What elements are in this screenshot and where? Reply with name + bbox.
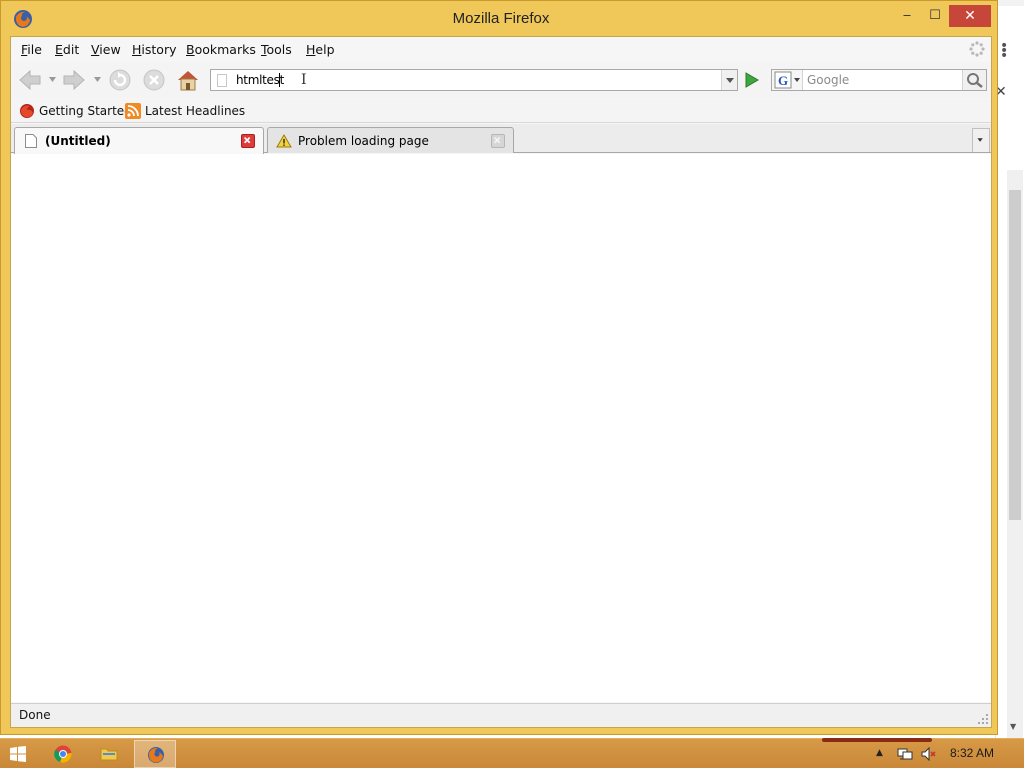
folder-icon [100, 748, 118, 761]
background-menu-icon[interactable]: • • • [1000, 39, 1008, 63]
close-button[interactable]: ✕ [949, 5, 991, 27]
url-bar[interactable]: htmltest I [210, 69, 738, 91]
reload-icon[interactable] [107, 67, 133, 93]
desktop-wallpaper-fragment [822, 738, 932, 742]
maximize-button[interactable]: ☐ [921, 5, 949, 27]
url-input[interactable]: htmltest [236, 73, 284, 87]
taskbar-firefox[interactable] [134, 740, 176, 768]
navigation-toolbar: htmltest I G Google [11, 62, 991, 98]
menu-file[interactable]: File [21, 42, 42, 57]
search-button[interactable] [962, 70, 986, 90]
back-history-dropdown-icon[interactable] [49, 77, 56, 83]
volume-muted-icon[interactable] [920, 746, 936, 762]
stop-icon[interactable] [141, 67, 167, 93]
search-input[interactable]: Google [807, 73, 849, 87]
network-icon[interactable] [897, 746, 913, 762]
firefox-bookmark-icon [20, 104, 34, 118]
ibeam-cursor-icon: I [301, 72, 307, 88]
close-icon [493, 136, 501, 144]
menu-bookmarks[interactable]: Bookmarks [186, 42, 256, 57]
menu-help[interactable]: Help [306, 42, 335, 57]
window-title: Mozilla Firefox [452, 10, 550, 27]
forward-history-dropdown-icon[interactable] [94, 77, 101, 83]
google-icon: G [774, 71, 800, 89]
taskbar: ▲ 8:32 AM [0, 738, 1024, 768]
menu-tools[interactable]: Tools [261, 42, 292, 57]
home-icon[interactable] [175, 67, 201, 93]
bookmark-latest-headlines[interactable]: Latest Headlines [125, 103, 245, 119]
browser-client-area: File Edit View History Bookmarks Tools H… [10, 36, 992, 728]
page-content[interactable] [11, 154, 991, 702]
tab-close-button[interactable] [241, 134, 255, 148]
chrome-icon [54, 745, 72, 763]
text-caret [279, 73, 280, 87]
tab-strip: (Untitled) Problem loading page [11, 124, 991, 154]
tab-label: Problem loading page [298, 134, 429, 148]
bookmarks-toolbar: Getting Started Latest Headlines [11, 99, 991, 123]
magnifier-icon [967, 73, 983, 88]
page-favicon-icon [217, 74, 227, 87]
blank-page-icon [25, 134, 37, 148]
rss-feed-icon [125, 103, 141, 119]
status-text: Done [19, 708, 51, 722]
firefox-window: Mozilla Firefox ‒ ☐ ✕ File Edit View His… [0, 0, 998, 735]
search-bar[interactable]: G Google [771, 69, 987, 91]
menu-view[interactable]: View [91, 42, 121, 57]
bookmark-label: Latest Headlines [145, 104, 246, 118]
menu-edit[interactable]: Edit [55, 42, 79, 57]
warning-icon [276, 134, 292, 148]
svg-text:G: G [778, 73, 788, 88]
firefox-icon [148, 747, 164, 763]
search-engine-selector[interactable]: G [772, 70, 803, 90]
bookmark-label: Getting Started [39, 104, 132, 118]
minimize-button[interactable]: ‒ [893, 5, 921, 27]
bookmark-getting-started[interactable]: Getting Started [19, 103, 132, 119]
taskbar-chrome[interactable] [42, 740, 84, 768]
taskbar-file-explorer[interactable] [88, 740, 130, 768]
scroll-down-arrow-icon[interactable]: ▼ [1010, 722, 1016, 731]
chevron-down-icon [977, 138, 983, 142]
tab-untitled[interactable]: (Untitled) [14, 127, 264, 154]
throbber-icon [969, 41, 985, 57]
resize-grip-icon[interactable] [977, 713, 989, 725]
background-scrollbar[interactable] [1007, 170, 1023, 740]
menu-bar: File Edit View History Bookmarks Tools H… [11, 37, 991, 61]
tab-list-button[interactable] [972, 128, 990, 152]
menu-history[interactable]: History [132, 42, 176, 57]
close-icon [243, 136, 251, 144]
system-clock[interactable]: 8:32 AM [950, 746, 994, 760]
windows-start-icon[interactable] [10, 746, 26, 762]
url-history-dropdown-button[interactable] [721, 70, 737, 90]
title-bar[interactable]: Mozilla Firefox ‒ ☐ ✕ [1, 1, 997, 36]
tab-label: (Untitled) [45, 134, 111, 148]
status-bar: Done [11, 703, 991, 727]
tab-problem-loading-page[interactable]: Problem loading page [267, 127, 514, 153]
show-hidden-icons-button[interactable]: ▲ [876, 748, 883, 758]
chevron-down-icon [726, 78, 734, 83]
back-arrow-icon[interactable] [17, 67, 43, 93]
go-button[interactable] [741, 70, 761, 90]
background-scrollbar-thumb[interactable] [1009, 190, 1021, 520]
forward-arrow-icon[interactable] [61, 67, 87, 93]
tab-close-button[interactable] [491, 134, 505, 148]
